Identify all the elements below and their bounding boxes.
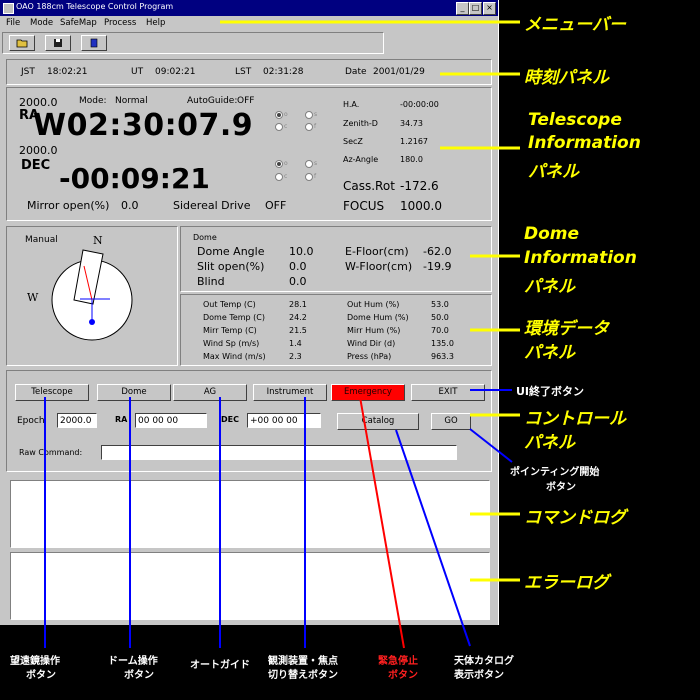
annotation-autoguide: オートガイド [190,660,250,671]
annotation-catalog: 表示ボタン [454,670,504,681]
annotation-telescope: Information [528,133,641,153]
annotation-env: 環境データ [524,319,609,339]
annotation-env: パネル [524,343,575,363]
annotation-telescope-button: ボタン [26,670,56,681]
annotation-pointing: ボタン [546,482,576,493]
annotation-telescope: パネル [528,162,579,182]
annotation-dome: Information [524,248,637,268]
annotation-control: コントロール [524,409,626,429]
annotation-menubar: メニューバー [524,15,626,35]
annotation-control: パネル [524,433,575,453]
annotation-catalog: 天体カタログ [454,656,514,667]
annotation-dome: Dome [524,224,580,244]
annotation-lines [44,20,520,649]
annotation-command-log: コマンドログ [524,508,626,528]
annotation-emergency: ボタン [388,670,418,681]
annotation-ui-exit: UI終了ボタン [516,385,585,398]
annotation-dome: パネル [524,277,575,297]
annotation-telescope-button: 望遠鏡操作 [10,656,60,667]
annotation-time-panel: 時刻パネル [524,68,609,88]
annotation-dome-button: ボタン [124,670,154,681]
annotation-error-log: エラーログ [524,573,609,593]
annotation-pointing: ポインティング開始 [510,467,600,478]
annotation-instrument: 観測装置・焦点 [268,656,338,667]
annotation-dome-button: ドーム操作 [108,656,158,667]
annotation-telescope: Telescope [528,110,622,130]
annotation-emergency: 緊急停止 [378,656,418,667]
annotation-instrument: 切り替えボタン [268,670,338,681]
